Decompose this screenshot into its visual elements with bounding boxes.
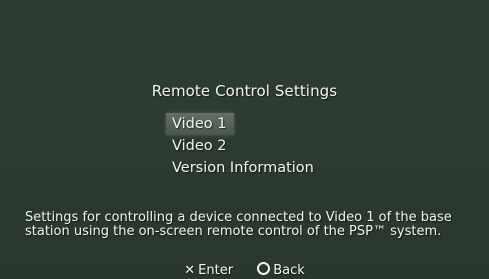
back-label: Back — [273, 263, 305, 278]
control-hints: ✕ Enter Back — [0, 262, 489, 279]
menu-item-video-1[interactable]: Video 1 — [166, 113, 235, 135]
menu-item-video-2[interactable]: Video 2 — [166, 138, 232, 154]
enter-label: Enter — [198, 263, 234, 278]
enter-control[interactable]: ✕ Enter — [184, 263, 233, 279]
back-control[interactable]: Back — [257, 262, 305, 279]
page-title: Remote Control Settings — [151, 82, 338, 100]
remote-control-settings-screen: Remote Control Settings Video 1 Video 2 … — [0, 0, 489, 279]
menu-item-version-information[interactable]: Version Information — [166, 160, 320, 176]
cross-button-icon: ✕ — [184, 263, 196, 278]
settings-menu: Video 1 Video 2 Version Information — [166, 113, 320, 179]
help-description: Settings for controlling a device connec… — [25, 210, 452, 239]
circle-button-icon — [257, 262, 271, 275]
